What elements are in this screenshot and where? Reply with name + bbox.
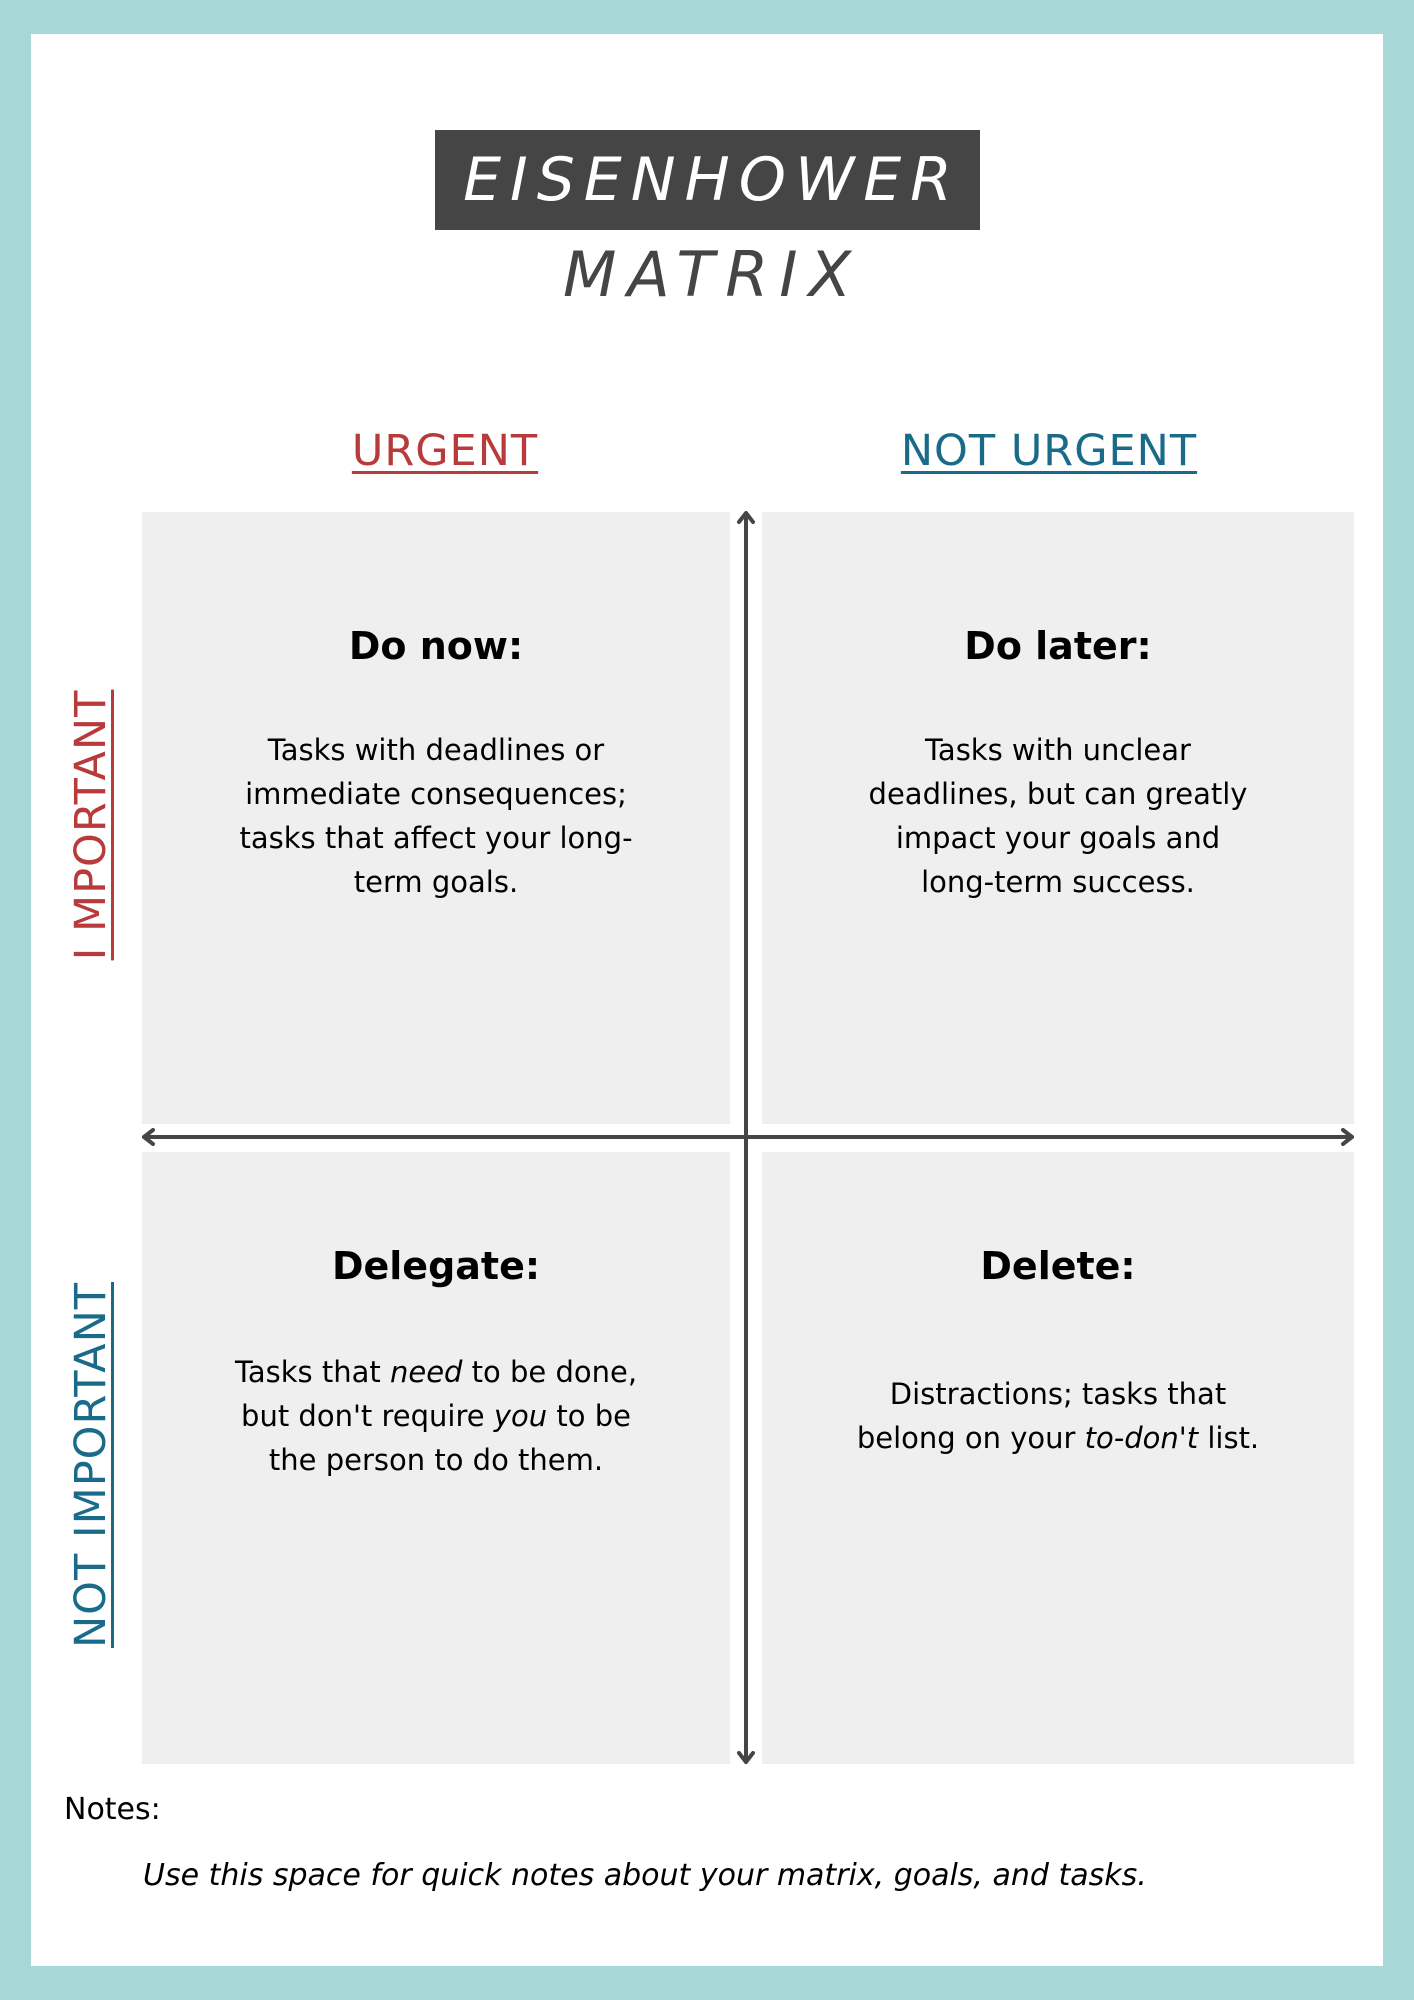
quadrant-delete: Delete: Distractions; tasks that belong … bbox=[762, 1152, 1354, 1764]
description-line: long-term success. bbox=[921, 865, 1195, 899]
quadrant-title: Delete: bbox=[980, 1244, 1136, 1288]
description-line: deadlines, but can greatly bbox=[868, 777, 1248, 811]
text-run: Tasks that bbox=[234, 1355, 390, 1389]
emphasis-text: need bbox=[389, 1355, 463, 1389]
description-line: Distractions; tasks that bbox=[889, 1377, 1227, 1411]
notes-placeholder-text: Use this space for quick notes about you… bbox=[143, 1858, 1147, 1893]
emphasis-text: you bbox=[493, 1399, 548, 1433]
column-header-urgent: URGENT bbox=[351, 426, 539, 476]
description-line: term goals. bbox=[353, 865, 519, 899]
text-run: to be bbox=[547, 1399, 631, 1433]
description-line: immediate consequences; bbox=[245, 777, 627, 811]
description-line: Tasks that need to be done, bbox=[235, 1350, 637, 1394]
description-line: the person to do them. bbox=[268, 1443, 604, 1477]
notes-label: Notes: bbox=[64, 1792, 161, 1827]
quadrant-delegate: Delegate: Tasks that need to be done, bu… bbox=[142, 1152, 730, 1764]
title-line-2: MATRIX bbox=[562, 238, 863, 311]
title-banner: EISENHOWER bbox=[435, 130, 980, 230]
emphasis-text: to-don't bbox=[1084, 1421, 1199, 1455]
text-run: belong on your bbox=[856, 1421, 1085, 1455]
description-line: but don't require you to be bbox=[235, 1394, 637, 1438]
quadrant-title: Do later: bbox=[964, 624, 1152, 668]
column-header-not-urgent: NOT URGENT bbox=[900, 426, 1198, 476]
text-run: list. bbox=[1198, 1421, 1260, 1455]
row-header-important: I MPORTANT bbox=[66, 689, 116, 961]
text-run: to be done, bbox=[462, 1355, 638, 1389]
quadrant-description: Distractions; tasks that belong on your … bbox=[857, 1372, 1259, 1460]
quadrant-description: Tasks that need to be done, but don't re… bbox=[235, 1350, 637, 1482]
quadrant-title: Delegate: bbox=[331, 1244, 541, 1288]
description-line: tasks that affect your long- bbox=[239, 821, 633, 855]
quadrant-do-now: Do now: Tasks with deadlines or immediat… bbox=[142, 512, 730, 1124]
description-line: belong on your to-don't list. bbox=[857, 1416, 1259, 1460]
quadrant-title: Do now: bbox=[348, 624, 524, 668]
title-line-1: EISENHOWER bbox=[463, 145, 961, 215]
description-line: Tasks with unclear bbox=[925, 733, 1191, 767]
description-line: Tasks with deadlines or bbox=[267, 733, 605, 767]
description-line: impact your goals and bbox=[895, 821, 1221, 855]
quadrant-description: Tasks with deadlines or immediate conseq… bbox=[239, 728, 632, 904]
quadrant-do-later: Do later: Tasks with unclear deadlines, … bbox=[762, 512, 1354, 1124]
row-header-not-important: NOT IMPORTANT bbox=[66, 1281, 116, 1649]
quadrant-description: Tasks with unclear deadlines, but can gr… bbox=[869, 728, 1248, 904]
text-run: but don't require bbox=[241, 1399, 494, 1433]
